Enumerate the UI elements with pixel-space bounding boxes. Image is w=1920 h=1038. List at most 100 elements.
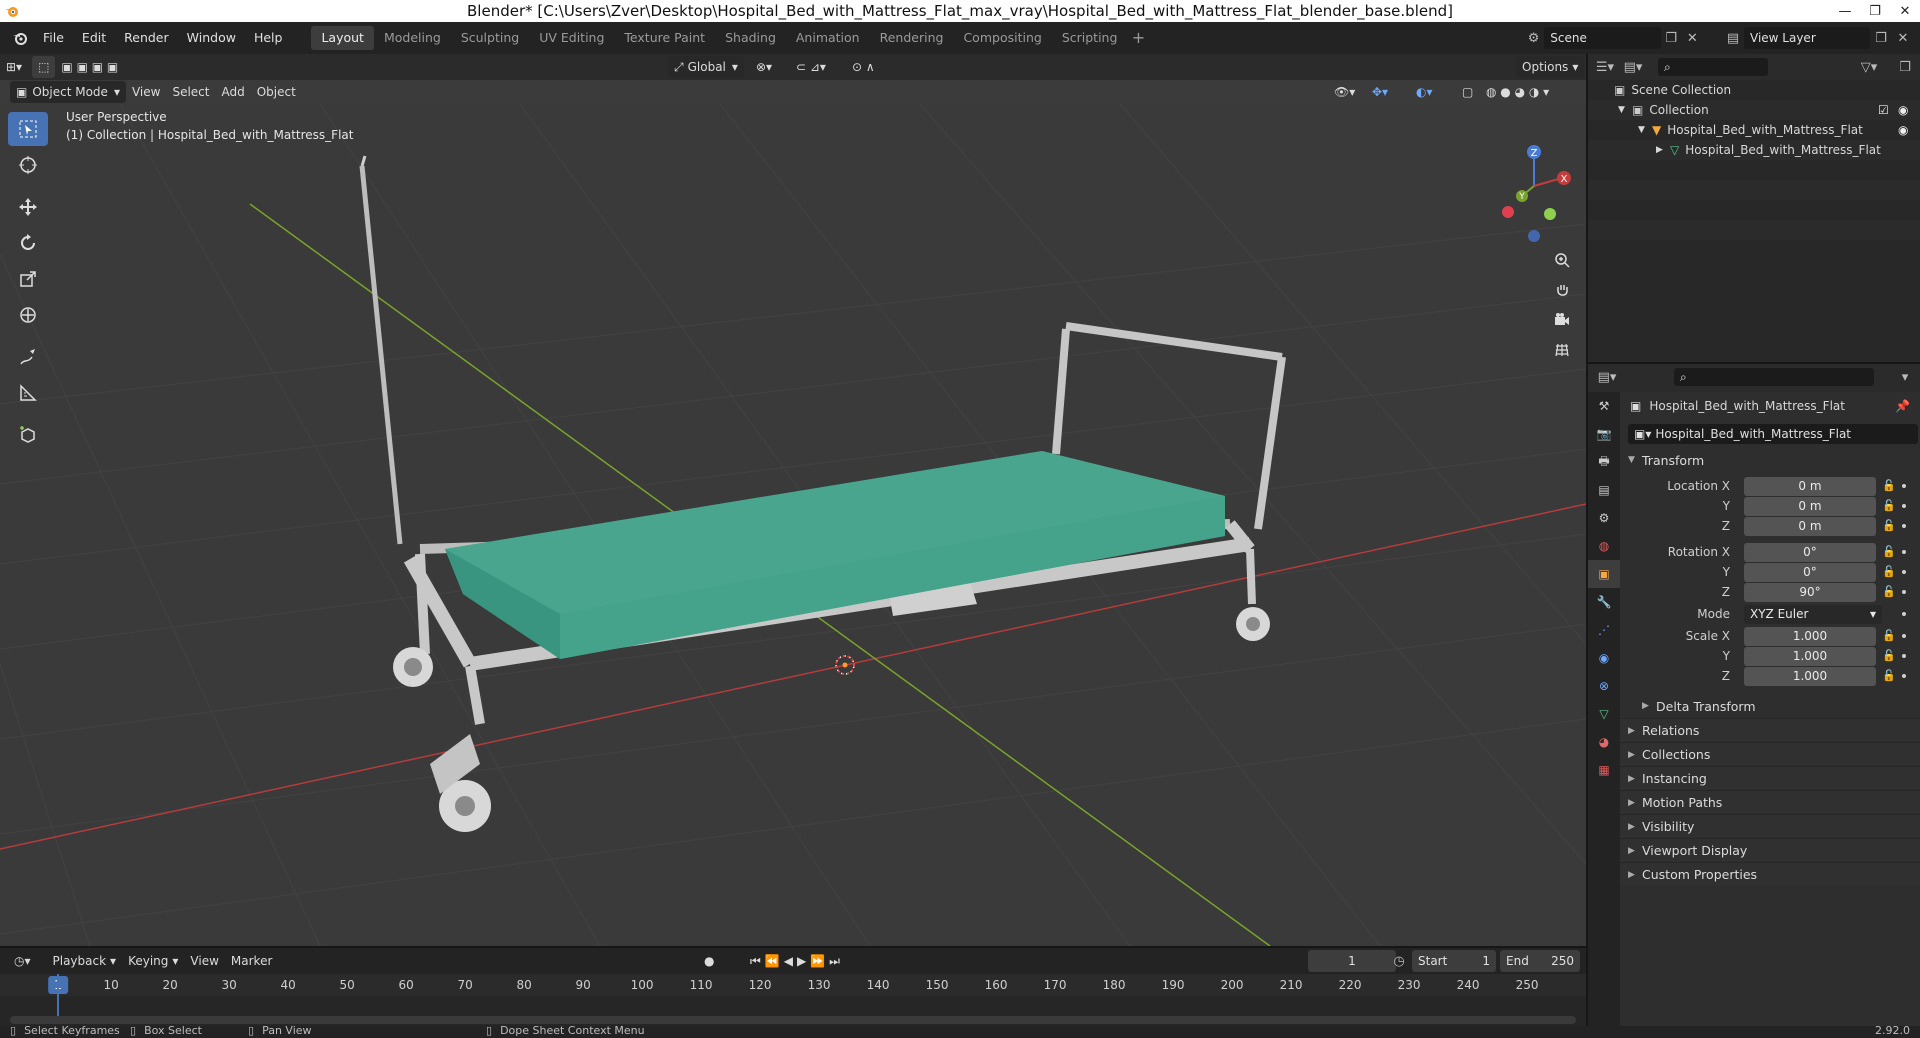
- restore-icon[interactable]: ❐: [1860, 0, 1890, 22]
- collections-panel-header[interactable]: ▶ Collections: [1620, 742, 1920, 766]
- shading-modes-icon[interactable]: ◍ ● ◕ ◑ ▾: [1480, 81, 1555, 103]
- new-scene-icon[interactable]: ❐: [1661, 27, 1682, 49]
- properties-editor-icon[interactable]: ▤▾: [1596, 366, 1618, 388]
- menu-help[interactable]: Help: [245, 22, 292, 54]
- lock-icon[interactable]: 🔓: [1882, 629, 1896, 643]
- clock-icon[interactable]: ◷: [1388, 950, 1410, 972]
- outliner-editor-icon[interactable]: ☰▾: [1594, 56, 1616, 78]
- transform-orientation-dropdown[interactable]: ⤢ Global ▾: [668, 56, 744, 78]
- pivot-point-icon[interactable]: ⊗▾: [750, 56, 778, 78]
- mode-dropdown[interactable]: ▣ Object Mode ▾: [10, 81, 126, 103]
- rotation-z-field[interactable]: 90°: [1744, 582, 1876, 602]
- menu-file[interactable]: File: [34, 22, 73, 54]
- proportional-edit-icon[interactable]: ⊙ ∧: [846, 56, 881, 78]
- menu-select[interactable]: Select: [166, 81, 215, 103]
- keyframe-dot-icon[interactable]: [1902, 654, 1906, 658]
- keyframe-dot-icon[interactable]: [1902, 570, 1906, 574]
- chevron-down-icon[interactable]: ▾: [1894, 366, 1916, 388]
- rotate-tool-icon[interactable]: [8, 226, 48, 260]
- modifier-tab-icon[interactable]: 🔧: [1588, 588, 1620, 616]
- keyframe-dot-icon[interactable]: [1902, 612, 1906, 616]
- tab-rendering[interactable]: Rendering: [870, 26, 954, 50]
- physics-tab-icon[interactable]: ◉: [1588, 644, 1620, 672]
- keyframe-dot-icon[interactable]: [1902, 504, 1906, 508]
- viewport-scene[interactable]: [0, 104, 1586, 946]
- view-layer-name-field[interactable]: View Layer: [1744, 27, 1870, 49]
- keyframe-dot-icon[interactable]: [1902, 634, 1906, 638]
- timeline-ruler[interactable]: 1102030405060708090100110120130140150160…: [0, 974, 1586, 996]
- expand-arrow-icon[interactable]: ▼: [1618, 105, 1632, 115]
- expand-arrow-icon[interactable]: ▶: [1656, 145, 1670, 155]
- scale-x-field[interactable]: 1.000: [1744, 626, 1876, 646]
- lock-icon[interactable]: 🔓: [1882, 669, 1896, 683]
- pan-hand-icon[interactable]: [1548, 276, 1576, 304]
- menu-edit[interactable]: Edit: [73, 22, 115, 54]
- timeline-track-area[interactable]: [0, 974, 1586, 1028]
- data-tab-icon[interactable]: ▽: [1588, 700, 1620, 728]
- menu-keying[interactable]: Keying ▾: [122, 950, 184, 972]
- viewport-display-panel-header[interactable]: ▶ Viewport Display: [1620, 838, 1920, 862]
- menu-add[interactable]: Add: [215, 81, 250, 103]
- playhead-line[interactable]: [57, 974, 59, 1020]
- select-mode-icons[interactable]: ▣ ▣ ▣ ▣: [55, 56, 124, 78]
- overlay-toggle-icon[interactable]: ◐▾: [1410, 81, 1439, 103]
- world-tab-icon[interactable]: ◍: [1588, 532, 1620, 560]
- menu-window[interactable]: Window: [178, 22, 245, 54]
- keyframe-dot-icon[interactable]: [1902, 524, 1906, 528]
- scale-tool-icon[interactable]: [8, 262, 48, 296]
- menu-object[interactable]: Object: [251, 81, 302, 103]
- select-box-icon[interactable]: ⬚: [32, 56, 56, 78]
- keyframe-dot-icon[interactable]: [1902, 484, 1906, 488]
- lock-icon[interactable]: 🔓: [1882, 499, 1896, 513]
- tab-modeling[interactable]: Modeling: [374, 26, 451, 50]
- lock-icon[interactable]: 🔓: [1882, 649, 1896, 663]
- ortho-grid-icon[interactable]: [1548, 336, 1576, 364]
- zoom-icon[interactable]: [1548, 246, 1576, 274]
- lock-icon[interactable]: 🔓: [1882, 585, 1896, 599]
- tab-uv-editing[interactable]: UV Editing: [529, 26, 614, 50]
- relations-panel-header[interactable]: ▶ Relations: [1620, 718, 1920, 742]
- camera-view-icon[interactable]: [1548, 306, 1576, 334]
- menu-playback[interactable]: Playback ▾: [47, 950, 123, 972]
- tab-compositing[interactable]: Compositing: [953, 26, 1051, 50]
- cursor-tool-icon[interactable]: [8, 148, 48, 182]
- navigation-gizmo[interactable]: Z X Y: [1490, 110, 1586, 250]
- particles-tab-icon[interactable]: ⋰: [1588, 616, 1620, 644]
- custom-properties-panel-header[interactable]: ▶ Custom Properties: [1620, 862, 1920, 886]
- scale-z-field[interactable]: 1.000: [1744, 666, 1876, 686]
- move-tool-icon[interactable]: [8, 190, 48, 224]
- object-tab-icon[interactable]: ▣: [1588, 560, 1620, 588]
- annotate-tool-icon[interactable]: [8, 340, 48, 374]
- snap-icon[interactable]: ⊂ ⊿▾: [790, 56, 832, 78]
- tab-animation[interactable]: Animation: [786, 26, 870, 50]
- menu-render[interactable]: Render: [115, 22, 178, 54]
- tool-tab-icon[interactable]: ⚒: [1588, 392, 1620, 420]
- playback-controls-icon[interactable]: ⏮⏪◀▶⏩⏭: [744, 950, 850, 972]
- timeline-editor-icon[interactable]: ◷▾: [8, 950, 37, 972]
- render-tab-icon[interactable]: 📷: [1588, 420, 1620, 448]
- expand-arrow-icon[interactable]: ▼: [1638, 125, 1652, 135]
- xray-icon[interactable]: ▢: [1456, 81, 1479, 103]
- close-icon[interactable]: ✕: [1890, 0, 1920, 22]
- tab-scripting[interactable]: Scripting: [1052, 26, 1128, 50]
- view-layer-tab-icon[interactable]: ▤: [1588, 476, 1620, 504]
- constraints-tab-icon[interactable]: ⊗: [1588, 672, 1620, 700]
- delete-scene-icon[interactable]: ✕: [1682, 27, 1703, 49]
- keyframe-dot-icon[interactable]: [1902, 590, 1906, 594]
- visibility-icon[interactable]: 👁▾: [1328, 81, 1361, 103]
- visibility-panel-header[interactable]: ▶ Visibility: [1620, 814, 1920, 838]
- timeline-scrollbar[interactable]: [10, 1016, 1576, 1024]
- scene-name-field[interactable]: Scene: [1544, 27, 1661, 49]
- tab-shading[interactable]: Shading: [715, 26, 786, 50]
- rotation-y-field[interactable]: 0°: [1744, 562, 1876, 582]
- pin-icon[interactable]: 📌: [1895, 399, 1910, 413]
- location-z-field[interactable]: 0 m: [1744, 516, 1876, 536]
- rotation-mode-dropdown[interactable]: XYZ Euler ▾: [1744, 604, 1882, 624]
- outliner-row-collection[interactable]: ▼ ▣ Collection ☑ ◉: [1588, 100, 1920, 120]
- rotation-x-field[interactable]: 0°: [1744, 542, 1876, 562]
- outliner-row-mesh[interactable]: ▶ ▽ Hospital_Bed_with_Mattress_Flat: [1588, 140, 1920, 160]
- output-tab-icon[interactable]: 🖶: [1588, 448, 1620, 476]
- filter-icon[interactable]: ▽▾: [1858, 56, 1880, 78]
- lock-icon[interactable]: 🔓: [1882, 545, 1896, 559]
- checkbox-icon[interactable]: ☑: [1878, 103, 1889, 117]
